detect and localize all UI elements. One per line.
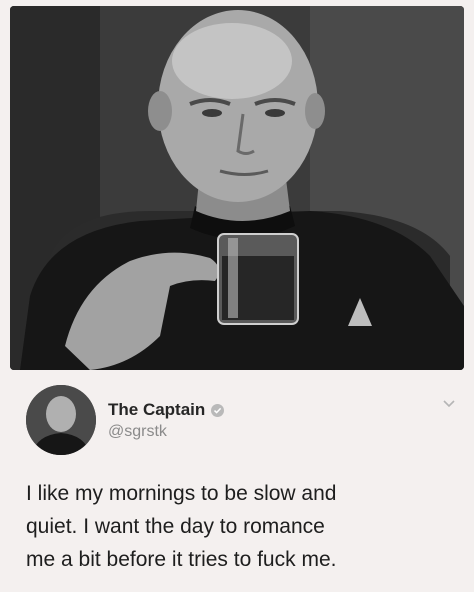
verified-badge-icon [211,403,225,417]
author-name-row: The Captain [108,398,225,422]
tweet-text: I like my mornings to be slow and quiet.… [26,477,466,576]
tweet-text-line: I like my mornings to be slow and [26,482,337,505]
author-name[interactable]: The Captain [108,400,205,420]
author-avatar[interactable] [26,385,96,455]
tweet-text-line: me a bit before it tries to fuck me. [26,548,337,571]
author-handle[interactable]: @sgrstk [108,423,167,441]
tweet-photo[interactable] [10,6,464,370]
avatar-image [26,385,96,455]
chevron-down-icon[interactable] [441,397,457,411]
photo-illustration [10,6,464,370]
tweet-text-line: quiet. I want the day to romance [26,515,325,538]
